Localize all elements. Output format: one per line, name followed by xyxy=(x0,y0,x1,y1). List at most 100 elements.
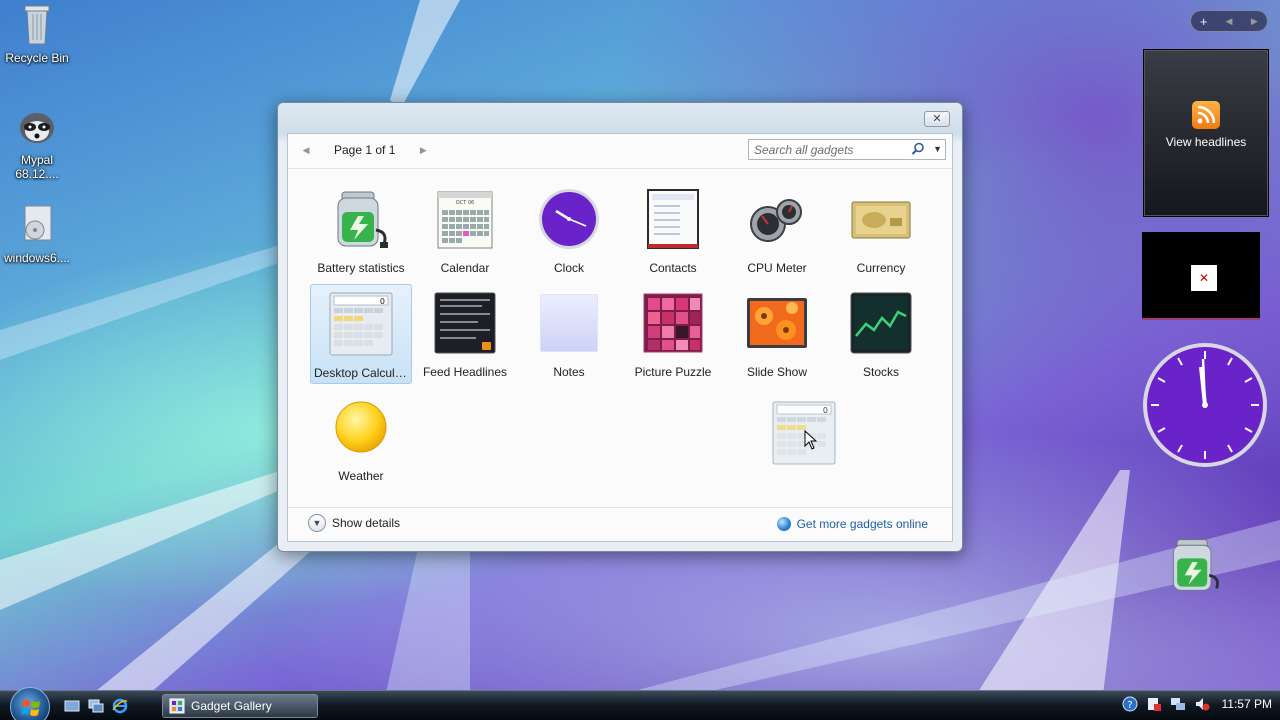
svg-text:?: ? xyxy=(1127,700,1132,711)
gadget-clock[interactable]: Clock xyxy=(518,180,620,280)
cpu-meter-icon xyxy=(750,199,802,242)
gadget-contacts[interactable]: Contacts xyxy=(622,180,724,280)
battery-icon xyxy=(337,191,388,248)
calculator-icon: 0 xyxy=(329,292,393,356)
gallery-content: ◀ Page 1 of 1 ▶ Search all gadgets ▼ Bat… xyxy=(287,133,953,542)
sidebar-battery-icon[interactable] xyxy=(1164,532,1226,598)
desktop-icon-label: windows6.... xyxy=(3,251,71,265)
gadget-gallery-icon xyxy=(169,698,185,714)
search-dropdown-icon[interactable]: ▼ xyxy=(933,144,942,154)
desktop-icon-label: Recycle Bin xyxy=(5,51,69,65)
svg-text:0: 0 xyxy=(380,297,385,306)
footer-divider xyxy=(288,507,952,508)
gadget-label: Battery statistics xyxy=(317,261,405,275)
search-input[interactable]: Search all gadgets ▼ xyxy=(748,139,946,160)
gadget-battery-statistics[interactable]: Battery statistics xyxy=(310,180,412,280)
recycle-bin-icon xyxy=(24,5,50,45)
page-label: Page 1 of 1 xyxy=(334,143,396,157)
gadget-picture-puzzle[interactable]: Picture Puzzle xyxy=(622,284,724,384)
desktop-icon-windows-installer[interactable]: windows6.... xyxy=(0,202,74,265)
desktop-icon-mypal[interactable]: Mypal 68.12.... xyxy=(0,104,74,181)
gadget-label: Currency xyxy=(856,261,906,275)
contacts-icon xyxy=(647,189,699,249)
taskbar: Gadget Gallery ? 11:57 PM xyxy=(0,687,1280,720)
system-tray: ? 11:57 PM xyxy=(1122,696,1272,712)
rss-icon xyxy=(1192,101,1220,129)
gadget-label: Picture Puzzle xyxy=(634,365,712,379)
get-more-gadgets-label: Get more gadgets online xyxy=(796,517,928,531)
desktop-icon-label: Mypal 68.12.... xyxy=(15,153,59,181)
chevron-left-icon: ◀ xyxy=(302,145,310,155)
view-headlines-label: View headlines xyxy=(1165,135,1247,149)
stocks-icon xyxy=(850,292,912,354)
sidebar-prev-icon[interactable]: ◀ xyxy=(1216,16,1241,27)
gadget-slide-show[interactable]: Slide Show xyxy=(726,284,828,384)
svg-text:0: 0 xyxy=(823,406,828,415)
puzzle-icon xyxy=(643,293,703,353)
search-placeholder: Search all gadgets xyxy=(754,143,854,157)
start-button[interactable] xyxy=(10,687,50,720)
close-button[interactable]: ✕ xyxy=(924,111,950,127)
next-page-button[interactable]: ▶ xyxy=(415,142,431,158)
gadget-stocks[interactable]: Stocks xyxy=(830,284,932,384)
gadget-label: CPU Meter xyxy=(747,261,807,275)
chevron-right-icon: ▶ xyxy=(419,145,427,155)
feed-icon xyxy=(434,292,496,354)
installer-icon xyxy=(24,205,52,241)
gadget-label: Desktop Calcula... xyxy=(314,366,411,380)
gadget-weather[interactable]: Weather xyxy=(310,388,412,488)
sidebar-next-icon[interactable]: ▶ xyxy=(1242,16,1267,27)
gadget-desktop-calculator[interactable]: 0 Desktop Calcula... xyxy=(310,284,412,384)
taskbar-clock[interactable]: 11:57 PM xyxy=(1222,697,1272,711)
show-details-label: Show details xyxy=(332,516,401,530)
help-icon[interactable]: ? xyxy=(1122,696,1138,712)
get-more-gadgets-link[interactable]: Get more gadgets online xyxy=(776,517,928,531)
feed-headlines-gadget[interactable]: View headlines xyxy=(1144,50,1268,216)
notes-icon xyxy=(540,294,598,352)
close-gadget-icon[interactable]: ✕ xyxy=(1191,265,1217,291)
action-center-icon[interactable] xyxy=(1146,696,1162,712)
prev-page-button[interactable]: ◀ xyxy=(298,142,314,158)
page-navigator: ◀ Page 1 of 1 ▶ xyxy=(298,140,431,160)
currency-icon xyxy=(851,201,911,239)
taskbar-item-label: Gadget Gallery xyxy=(191,699,272,713)
gadget-calendar[interactable]: OCT 06 Calendar xyxy=(414,180,516,280)
blank-gadget[interactable]: ✕ xyxy=(1142,232,1260,320)
header-divider xyxy=(288,168,952,169)
gadget-label: Slide Show xyxy=(746,365,808,379)
gadget-currency[interactable]: Currency xyxy=(830,180,932,280)
desktop-icon-recycle-bin[interactable]: Recycle Bin xyxy=(0,2,74,65)
gadget-label: Feed Headlines xyxy=(422,365,508,379)
gadget-cpu-meter[interactable]: CPU Meter xyxy=(726,180,828,280)
show-details-button[interactable]: ▼ Show details xyxy=(308,514,400,532)
mouse-cursor-icon xyxy=(804,430,818,450)
volume-muted-icon[interactable] xyxy=(1194,696,1210,712)
gadget-gallery-window[interactable]: ✕ ◀ Page 1 of 1 ▶ Search all gadgets ▼ B… xyxy=(277,102,963,552)
sidebar-clock-gadget[interactable] xyxy=(1141,341,1269,469)
gadget-feed-headlines[interactable]: Feed Headlines xyxy=(414,284,516,384)
gadget-label: Notes xyxy=(553,365,585,379)
weather-icon xyxy=(335,401,387,453)
network-icon[interactable] xyxy=(1170,696,1186,712)
show-desktop-icon[interactable] xyxy=(64,698,80,714)
add-gadget-button[interactable]: + xyxy=(1191,14,1216,29)
sidebar-toolbar: + ◀ ▶ xyxy=(1190,10,1268,32)
clock-icon xyxy=(539,189,599,249)
slideshow-icon xyxy=(747,298,807,348)
gadget-notes[interactable]: Notes xyxy=(518,284,620,384)
globe-icon xyxy=(776,517,791,531)
chevron-down-icon: ▼ xyxy=(308,514,326,532)
switch-windows-icon[interactable] xyxy=(88,698,104,714)
svg-text:OCT 06: OCT 06 xyxy=(456,200,474,206)
gadget-label: Contacts xyxy=(649,261,697,275)
windows-logo-icon xyxy=(21,700,40,716)
calendar-icon: OCT 06 xyxy=(437,191,493,249)
taskbar-item-gadget-gallery[interactable]: Gadget Gallery xyxy=(162,694,318,718)
close-icon: ✕ xyxy=(932,113,942,125)
search-icon[interactable] xyxy=(911,142,925,156)
gadget-label: Weather xyxy=(338,469,384,483)
gadget-label: Stocks xyxy=(862,365,899,379)
gadget-label: Clock xyxy=(553,261,584,275)
internet-explorer-icon[interactable] xyxy=(112,698,128,714)
mypal-raccoon-icon xyxy=(20,113,54,143)
